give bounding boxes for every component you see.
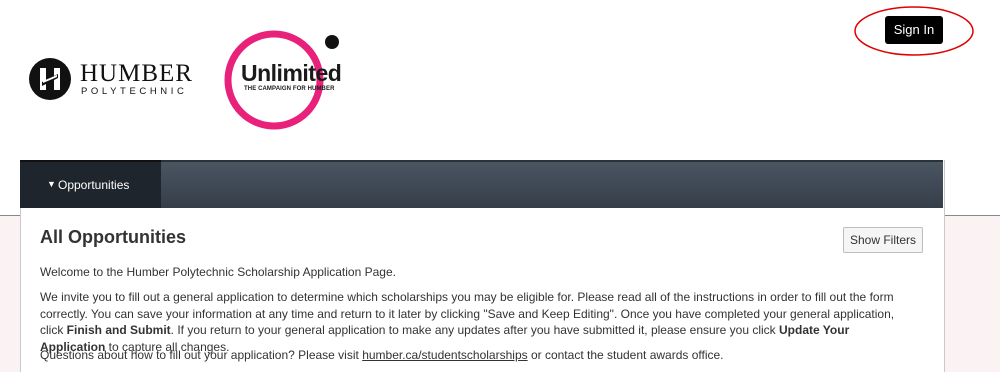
humber-logo-name: HUMBER	[80, 60, 193, 87]
unlimited-campaign-logo[interactable]: Unlimited THE CAMPAIGN FOR HUMBER	[222, 28, 362, 132]
humber-logo[interactable]: HUMBER POLYTECHNIC	[28, 56, 203, 102]
humber-logo-subtitle: POLYTECHNIC	[81, 86, 188, 97]
triangle-down-icon: ▼	[47, 179, 56, 189]
welcome-text: Welcome to the Humber Polytechnic Schola…	[40, 265, 396, 279]
instructions-text: We invite you to fill out a general appl…	[40, 289, 910, 355]
finish-submit-emphasis: Finish and Submit	[66, 323, 171, 337]
instructions-part-2: . If you return to your general applicat…	[170, 323, 780, 337]
questions-suffix: or contact the student awards office.	[527, 348, 724, 362]
tab-opportunities-label: Opportunities	[58, 178, 130, 192]
page-title: All Opportunities	[40, 227, 186, 247]
navigation-bar: ▼ Opportunities	[20, 160, 943, 208]
student-scholarships-link[interactable]: humber.ca/studentscholarships	[362, 348, 527, 362]
campaign-logo-name: Unlimited	[241, 60, 342, 86]
questions-prefix: Questions about how to fill out your app…	[40, 348, 363, 362]
campaign-logo-subtitle: THE CAMPAIGN FOR HUMBER	[244, 86, 335, 92]
questions-text: Questions about how to fill out your app…	[40, 347, 910, 364]
show-filters-button[interactable]: Show Filters	[843, 227, 923, 253]
sign-in-button[interactable]: Sign In	[885, 16, 943, 44]
humber-mark-icon	[29, 58, 71, 100]
tab-opportunities[interactable]: ▼ Opportunities	[20, 160, 161, 208]
